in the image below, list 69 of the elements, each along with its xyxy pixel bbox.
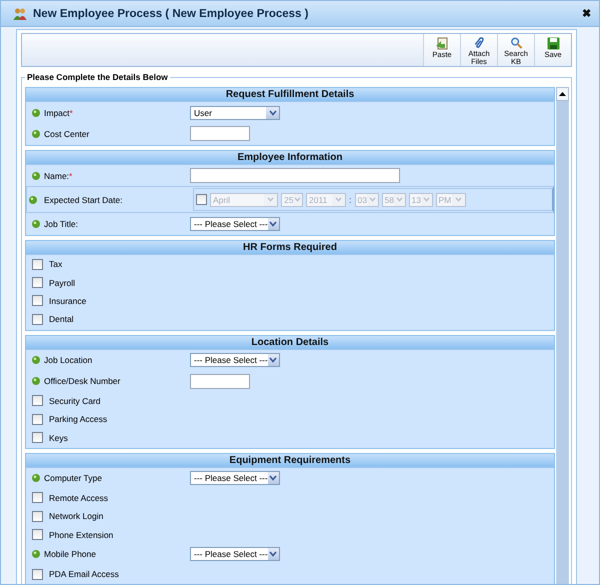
close-button[interactable]: ✖ — [582, 7, 591, 20]
required-mark: * — [69, 170, 72, 180]
search-icon — [510, 37, 522, 49]
help-icon[interactable] — [32, 377, 40, 386]
checkbox[interactable] — [32, 395, 43, 406]
input-field[interactable] — [190, 168, 400, 183]
checkbox[interactable] — [32, 510, 43, 522]
clipboard-icon — [435, 37, 449, 50]
field-label: Payroll — [49, 278, 75, 288]
help-icon[interactable] — [32, 550, 40, 558]
checkbox[interactable] — [32, 529, 43, 540]
help-icon[interactable] — [32, 474, 40, 482]
field-label: Tax — [49, 259, 62, 270]
field-label: Name: — [44, 170, 70, 180]
help-icon[interactable] — [32, 108, 40, 116]
checkbox[interactable] — [32, 277, 43, 288]
field-label: Job Title: — [44, 218, 78, 228]
scroll-thumb[interactable] — [557, 101, 568, 584]
field-label: PDA Email Access — [49, 569, 119, 580]
dropdown[interactable]: --- Please Select --- — [190, 471, 280, 486]
section-header: Location Details — [26, 336, 554, 350]
help-icon[interactable] — [32, 356, 40, 364]
input-field[interactable] — [190, 126, 250, 141]
field-label: Impact — [44, 108, 70, 118]
field-label: Remote Access — [49, 492, 108, 503]
field-label: Parking Access — [49, 414, 108, 424]
checkbox[interactable] — [32, 314, 43, 325]
help-icon[interactable] — [29, 196, 37, 204]
field-label: Expected Start Date: — [44, 194, 122, 204]
dropdown[interactable]: --- Please Select --- — [190, 353, 280, 368]
field-label: Keys — [49, 432, 68, 443]
up-arrow-icon — [559, 92, 566, 96]
section-header: Employee Information — [26, 151, 554, 165]
checkbox[interactable] — [32, 568, 43, 580]
people-icon — [13, 6, 27, 20]
field-label: Phone Extension — [49, 530, 114, 540]
input-field[interactable] — [190, 374, 250, 389]
scrollbar[interactable] — [556, 87, 569, 584]
paperclip-icon — [473, 37, 485, 49]
field-label: Job Location — [44, 355, 92, 366]
field-label: Network Login — [49, 511, 104, 522]
checkbox[interactable] — [32, 492, 43, 504]
help-icon[interactable] — [32, 220, 40, 228]
field-label: Office/Desk Number — [44, 376, 120, 386]
window-title: New Employee Process ( New Employee Process ) — [33, 8, 310, 20]
dropdown-arrow-icon — [268, 218, 279, 230]
help-icon[interactable] — [32, 130, 40, 138]
dropdown-arrow-icon — [266, 106, 279, 118]
section-header: Equipment Requirements — [26, 454, 554, 468]
field-label: Dental — [49, 314, 74, 324]
scroll-up-button[interactable] — [556, 87, 569, 101]
dropdown[interactable]: --- Please Select --- — [190, 216, 280, 230]
dropdown[interactable]: User — [190, 106, 280, 120]
section-header: Request Fulfillment Details — [26, 88, 554, 102]
help-icon[interactable] — [32, 172, 40, 180]
field-label: Insurance — [49, 296, 86, 306]
checkbox[interactable] — [32, 258, 43, 270]
checkbox[interactable] — [32, 414, 43, 425]
field-label: Computer Type — [44, 473, 102, 484]
time-separator: : — [349, 194, 352, 204]
dropdown[interactable]: --- Please Select --- — [190, 547, 280, 562]
checkbox[interactable] — [32, 432, 43, 444]
checkbox[interactable] — [32, 295, 43, 306]
field-label: Mobile Phone — [44, 549, 96, 560]
section-header: HR Forms Required — [26, 241, 554, 255]
field-label: Cost Center — [44, 128, 90, 138]
form-legend: Please Complete the Details Below — [25, 72, 170, 82]
field-label: Security Card — [49, 396, 100, 406]
required-mark: * — [70, 108, 73, 118]
